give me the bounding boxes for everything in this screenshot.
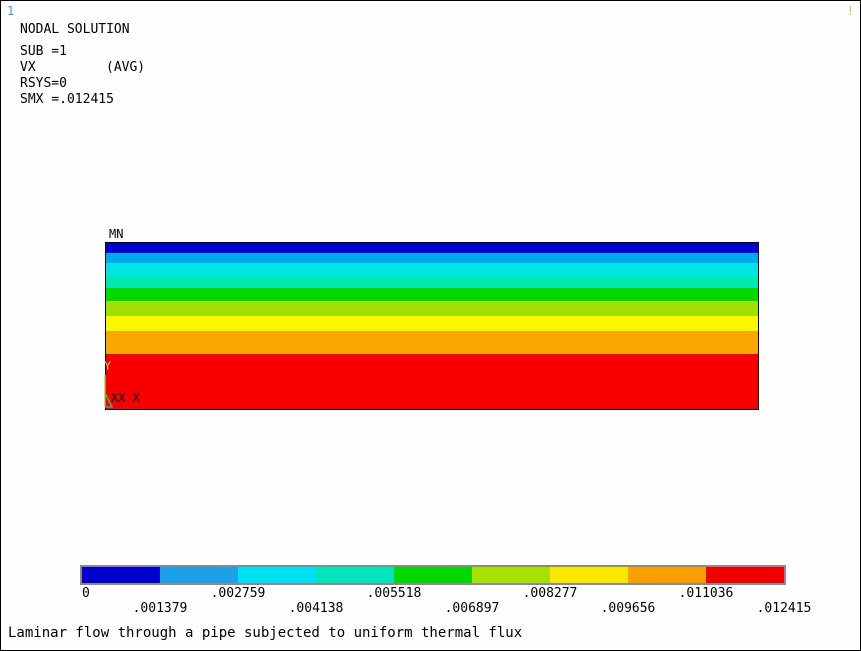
- contour-band: [106, 287, 758, 302]
- legend-value-label: .012415: [756, 601, 812, 616]
- legend-value-label: .002759: [210, 586, 266, 601]
- info-label: SUB =1: [20, 44, 67, 59]
- axis-x-label: XX X: [111, 391, 140, 405]
- contour-band: [106, 276, 758, 288]
- axis-y-label: Y: [104, 359, 112, 373]
- contour-band: [106, 243, 758, 253]
- legend-value-label: .008277: [522, 586, 578, 601]
- legend-value-label: .011036: [678, 586, 734, 601]
- legend-swatch: [394, 567, 472, 583]
- legend-value-label: .009656: [600, 601, 656, 616]
- graphics-window[interactable]: 1 ! NODAL SOLUTION SUB =1 VX (AVG) RSYS=…: [0, 0, 861, 651]
- legend-value-label: 0: [82, 586, 90, 601]
- info-row-smx: SMX =.012415: [20, 92, 145, 108]
- min-marker-label: MN: [109, 227, 124, 241]
- legend-swatch: [316, 567, 394, 583]
- info-label: SMX =.012415: [20, 92, 114, 107]
- legend-value-label: .006897: [444, 601, 500, 616]
- legend-value-label: .005518: [366, 586, 422, 601]
- contour-plot[interactable]: [105, 242, 759, 410]
- info-label: RSYS=0: [20, 76, 67, 91]
- window-corner-mark: !: [846, 4, 854, 18]
- solution-info-block: NODAL SOLUTION SUB =1 VX (AVG) RSYS=0 SM…: [20, 22, 145, 108]
- info-row-vx: VX (AVG): [20, 60, 145, 76]
- legend-swatch: [706, 567, 784, 583]
- contour-band: [106, 354, 758, 409]
- info-row-rsys: RSYS=0: [20, 76, 145, 92]
- contour-band: [106, 262, 758, 277]
- info-value: (AVG): [106, 60, 146, 75]
- contour-band: [106, 315, 758, 331]
- legend-swatch: [550, 567, 628, 583]
- contour-band: [106, 330, 758, 355]
- contour-band: [106, 252, 758, 263]
- info-row-sub: SUB =1: [20, 44, 145, 60]
- solution-title: NODAL SOLUTION: [20, 22, 130, 37]
- plot-caption: Laminar flow through a pipe subjected to…: [8, 625, 523, 641]
- legend-value-label: .001379: [132, 601, 188, 616]
- legend-swatch: [160, 567, 238, 583]
- info-label: VX: [20, 60, 36, 75]
- contour-band: [106, 301, 758, 316]
- legend-swatch: [628, 567, 706, 583]
- legend-swatch: [238, 567, 316, 583]
- legend-swatch: [472, 567, 550, 583]
- legend-swatch: [82, 567, 160, 583]
- window-number: 1: [7, 4, 15, 18]
- contour-legend-bar: [80, 565, 786, 585]
- legend-value-label: .004138: [288, 601, 344, 616]
